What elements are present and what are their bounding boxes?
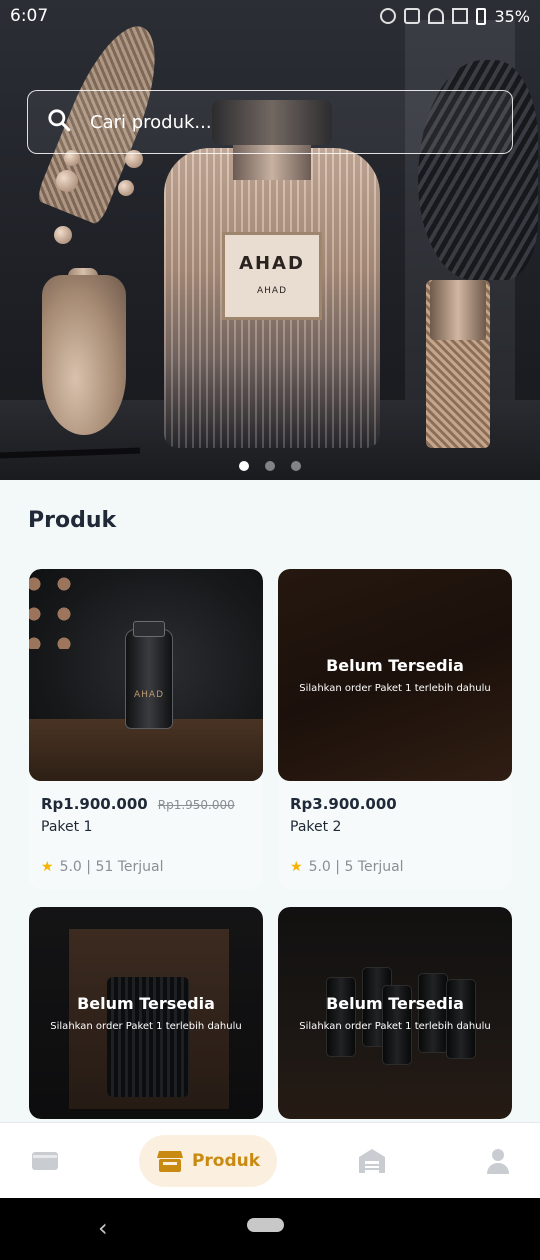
price-row: Rp1.900.000 Rp1.950.000 [41,795,251,813]
unavailable-overlay: Belum Tersedia Silahkan order Paket 1 te… [29,907,263,1119]
unavailable-subtitle: Silahkan order Paket 1 terlebih dahulu [299,683,491,694]
profile-icon [487,1149,509,1174]
mute-icon [404,8,421,24]
carousel-dot-2[interactable] [265,461,275,471]
product-price: Rp1.900.000 [41,795,148,813]
home-pill[interactable] [247,1218,284,1232]
product-rating-text: 5.0 | 5 Terjual [308,859,404,875]
product-old-price: Rp1.950.000 [157,798,235,812]
store-icon [156,1151,183,1172]
banner-label-sub: AHAD [256,286,287,296]
banner-tube-top [430,280,486,340]
product-name: Paket 2 [290,819,342,835]
unavailable-subtitle: Silahkan order Paket 1 terlebih dahulu [299,1021,491,1032]
carousel-dot-3[interactable] [291,461,301,471]
system-navigation-bar: ‹ [0,1198,540,1260]
carousel-indicator [0,456,540,475]
search-icon [46,107,72,137]
bottom-navigation: Produk [0,1122,540,1198]
product-card-paket-2[interactable]: Belum Tersedia Silahkan order Paket 1 te… [278,569,512,889]
product-image[interactable]: Belum Tersedia Silahkan order Paket 1 te… [278,569,512,781]
alarm-icon [380,8,397,24]
unavailable-overlay: Belum Tersedia Silahkan order Paket 1 te… [278,569,512,781]
product-rating-text: 5.0 | 51 Terjual [59,859,164,875]
product-name: Paket 1 [41,819,93,835]
product-price: Rp3.900.000 [290,795,397,813]
status-bar: 6:07 35% [0,0,540,32]
product-image[interactable]: AHAD [29,569,263,781]
product-jar-cap [133,621,165,637]
banner-label-brand: AHAD [239,253,305,274]
hero-banner[interactable]: AHAD AHAD [0,0,540,480]
banner-vase [42,275,126,435]
product-jar-label: AHAD [133,690,164,700]
product-card-3[interactable]: Belum Tersedia Silahkan order Paket 1 te… [29,907,263,1119]
product-info: Rp3.900.000 Paket 2 ★ 5.0 | 5 Terjual [278,781,512,889]
product-info: Rp1.900.000 Rp1.950.000 Paket 1 ★ 5.0 | … [29,781,263,889]
warehouse-icon [359,1149,385,1173]
product-card-paket-1[interactable]: AHAD Rp1.900.000 Rp1.950.000 Paket 1 ★ 5… [29,569,263,889]
product-rating: ★ 5.0 | 5 Terjual [290,859,500,875]
banner-ornament [54,226,72,244]
price-row: Rp3.900.000 [290,795,500,813]
nav-produk-label: Produk [191,1151,261,1171]
banner-bottle-label: AHAD AHAD [222,232,322,320]
unavailable-title: Belum Tersedia [77,994,215,1013]
search-bar[interactable]: Cari produk... [27,90,513,154]
nav-profile[interactable] [482,1135,514,1187]
unavailable-subtitle: Silahkan order Paket 1 terlebih dahulu [50,1021,242,1032]
back-icon[interactable]: ‹ [98,1214,108,1242]
battery-percent: 35% [494,6,530,26]
product-card-4[interactable]: Belum Tersedia Silahkan order Paket 1 te… [278,907,512,1119]
search-input[interactable]: Cari produk... [90,112,212,133]
unavailable-title: Belum Tersedia [326,994,464,1013]
product-jar: AHAD [125,629,173,729]
nav-wallet[interactable] [24,1135,66,1187]
banner-ornament [56,170,78,192]
section-title: Produk [28,508,117,533]
unavailable-overlay: Belum Tersedia Silahkan order Paket 1 te… [278,907,512,1119]
product-rating: ★ 5.0 | 51 Terjual [41,859,251,875]
nav-produk[interactable]: Produk [139,1135,277,1187]
signal-icon [452,8,469,24]
product-image[interactable]: Belum Tersedia Silahkan order Paket 1 te… [29,907,263,1119]
wallet-icon [32,1152,58,1170]
product-image-flowers [29,569,79,649]
banner-ornament [118,180,134,196]
nav-warehouse[interactable] [354,1135,390,1187]
wifi-icon [428,8,445,24]
status-icons: 35% [380,7,530,26]
product-image[interactable]: Belum Tersedia Silahkan order Paket 1 te… [278,907,512,1119]
unavailable-title: Belum Tersedia [326,656,464,675]
battery-icon [476,7,487,25]
status-time: 6:07 [10,6,49,26]
carousel-dot-1[interactable] [239,461,249,471]
star-icon: ★ [290,859,303,875]
star-icon: ★ [41,859,54,875]
